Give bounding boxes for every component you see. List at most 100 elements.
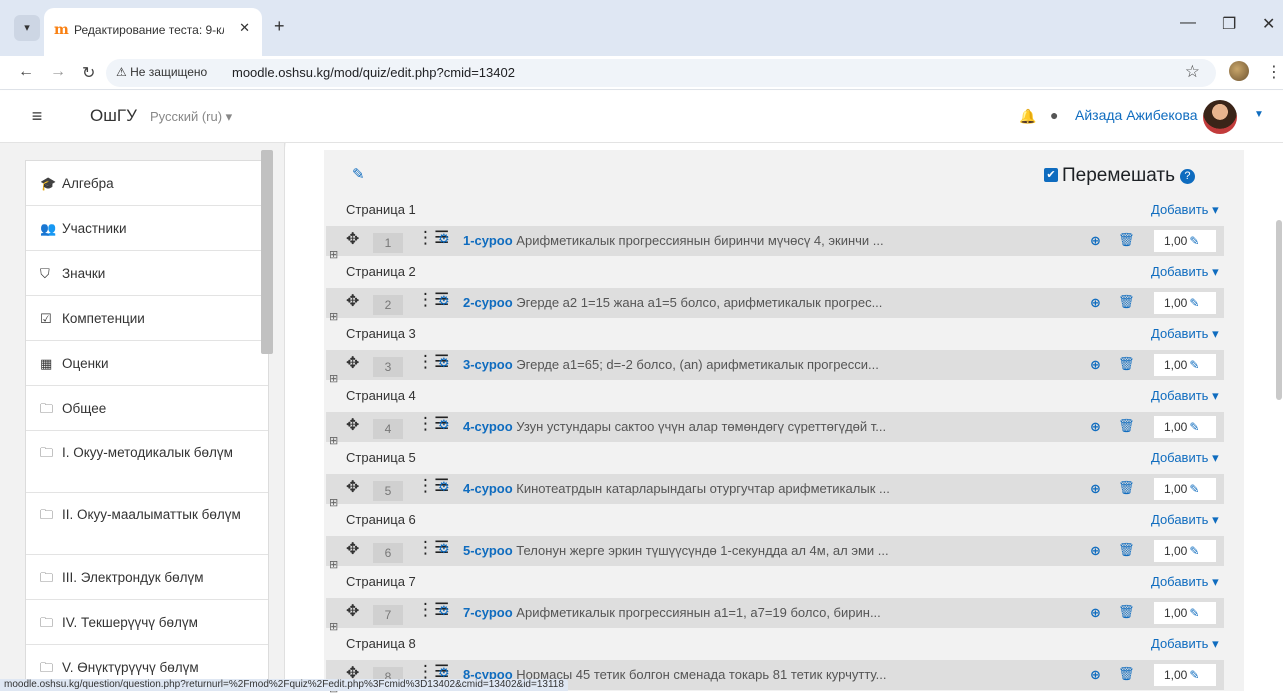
add-dropdown[interactable]: Добавить ▾ bbox=[1151, 450, 1219, 466]
page-break-icon[interactable]: ⊞ bbox=[329, 434, 338, 447]
preview-zoom-icon[interactable]: ⊕ bbox=[1090, 543, 1101, 559]
question-slot[interactable]: ✥ 5 ⋮☰ ⚙ 4-суроо Кинотеатрдын катарларындагы… bbox=[326, 474, 1224, 504]
browser-menu-icon[interactable]: ⋮ bbox=[1266, 62, 1282, 82]
avatar[interactable] bbox=[1203, 100, 1237, 134]
preview-zoom-icon[interactable]: ⊕ bbox=[1090, 419, 1101, 435]
question-text[interactable]: 3-суроо Эгерде а1=65; d=-2 болсо, (an) а… bbox=[463, 357, 1063, 372]
gear-icon[interactable]: ⚙ bbox=[438, 231, 450, 247]
max-mark-field[interactable]: 1,00 ✎ bbox=[1154, 540, 1216, 562]
trash-icon[interactable]: 🗑 bbox=[1118, 418, 1135, 434]
trash-icon[interactable]: 🗑 bbox=[1118, 480, 1135, 496]
question-text[interactable]: 5-суроо Телонун жерге эркин түшүүсүндө 1… bbox=[463, 543, 1063, 558]
page-break-icon[interactable]: ⊞ bbox=[329, 620, 338, 633]
add-dropdown[interactable]: Добавить ▾ bbox=[1151, 574, 1219, 590]
edit-mark-pencil-icon[interactable]: ✎ bbox=[1189, 296, 1199, 310]
question-text[interactable]: 4-суроо Кинотеатрдын катарларындагы отур… bbox=[463, 481, 1063, 496]
max-mark-field[interactable]: 1,00 ✎ bbox=[1154, 602, 1216, 624]
messages-icon[interactable]: ● bbox=[1050, 107, 1058, 123]
move-icon[interactable]: ✥ bbox=[346, 353, 359, 373]
address-bar[interactable]: ⚠ Не защищено moodle.oshsu.kg/mod/quiz/e… bbox=[106, 59, 1216, 87]
gear-icon[interactable]: ⚙ bbox=[438, 541, 450, 557]
page-break-icon[interactable]: ⊞ bbox=[329, 496, 338, 509]
profile-extension-icon[interactable] bbox=[1229, 61, 1249, 81]
language-menu[interactable]: Русский (ru) ▾ bbox=[150, 109, 232, 125]
question-text[interactable]: 2-суроо Эгерде а2 1=15 жана а1=5 болсо, … bbox=[463, 295, 1063, 310]
user-name[interactable]: Айзада Ажибекова bbox=[1075, 107, 1198, 123]
add-dropdown[interactable]: Добавить ▾ bbox=[1151, 512, 1219, 528]
preview-zoom-icon[interactable]: ⊕ bbox=[1090, 295, 1101, 311]
drawer-item-section-1[interactable]: 🗀 I. Окуу-методикалык бөлүм bbox=[26, 431, 268, 493]
trash-icon[interactable]: 🗑 bbox=[1118, 356, 1135, 372]
new-tab-button[interactable]: + bbox=[274, 16, 285, 37]
not-secure-badge[interactable]: ⚠ Не защищено bbox=[116, 65, 207, 79]
question-slot[interactable]: ✥ 6 ⋮☰ ⚙ 5-суроо Телонун жерге эркин түшүүсү… bbox=[326, 536, 1224, 566]
drawer-item-course[interactable]: 🎓 Алгебра bbox=[26, 161, 268, 206]
question-name-link[interactable]: 4-суроо bbox=[463, 481, 513, 496]
add-dropdown[interactable]: Добавить ▾ bbox=[1151, 388, 1219, 404]
close-window-icon[interactable]: ✕ bbox=[1262, 14, 1275, 34]
back-icon[interactable]: ← bbox=[18, 63, 34, 81]
page-break-icon[interactable]: ⊞ bbox=[329, 248, 338, 261]
gear-icon[interactable]: ⚙ bbox=[438, 603, 450, 619]
trash-icon[interactable]: 🗑 bbox=[1118, 232, 1135, 248]
page-break-icon[interactable]: ⊞ bbox=[329, 372, 338, 385]
browser-tab[interactable]: m Редактирование теста: 9-класс ✕ bbox=[44, 8, 262, 56]
question-name-link[interactable]: 7-суроо bbox=[463, 605, 513, 620]
gear-icon[interactable]: ⚙ bbox=[438, 479, 450, 495]
page-break-icon[interactable]: ⊞ bbox=[329, 558, 338, 571]
edit-mark-pencil-icon[interactable]: ✎ bbox=[1189, 420, 1199, 434]
restore-icon[interactable]: ❐ bbox=[1222, 14, 1236, 34]
max-mark-field[interactable]: 1,00 ✎ bbox=[1154, 354, 1216, 376]
question-name-link[interactable]: 5-суроо bbox=[463, 543, 513, 558]
gear-icon[interactable]: ⚙ bbox=[438, 355, 450, 371]
edit-mark-pencil-icon[interactable]: ✎ bbox=[1189, 606, 1199, 620]
question-slot[interactable]: ✥ 2 ⋮☰ ⚙ 2-суроо Эгерде а2 1=15 жана а1=5 бо… bbox=[326, 288, 1224, 318]
url-text[interactable]: moodle.oshsu.kg/mod/quiz/edit.php?cmid=1… bbox=[232, 65, 515, 80]
drawer-scrollbar[interactable] bbox=[261, 150, 273, 354]
drawer-item-general[interactable]: 🗀 Общее bbox=[26, 386, 268, 431]
preview-zoom-icon[interactable]: ⊕ bbox=[1090, 233, 1101, 249]
question-name-link[interactable]: 4-суроо bbox=[463, 419, 513, 434]
drawer-item-badges[interactable]: ⛉ Значки bbox=[26, 251, 268, 296]
question-text[interactable]: 7-суроо Арифметикалык прогрессиянын а1=1… bbox=[463, 605, 1063, 620]
bookmark-star-icon[interactable]: ☆ bbox=[1185, 62, 1200, 82]
preview-zoom-icon[interactable]: ⊕ bbox=[1090, 357, 1101, 373]
edit-heading-pencil-icon[interactable]: ✎ bbox=[352, 165, 365, 183]
move-icon[interactable]: ✥ bbox=[346, 477, 359, 497]
preview-zoom-icon[interactable]: ⊕ bbox=[1090, 481, 1101, 497]
add-dropdown[interactable]: Добавить ▾ bbox=[1151, 636, 1219, 652]
main-scrollbar[interactable] bbox=[1276, 220, 1282, 400]
max-mark-field[interactable]: 1,00 ✎ bbox=[1154, 416, 1216, 438]
tab-search-icon[interactable]: ▾ bbox=[14, 15, 40, 41]
edit-mark-pencil-icon[interactable]: ✎ bbox=[1189, 358, 1199, 372]
site-brand[interactable]: ОшГУ bbox=[90, 106, 137, 126]
user-menu-caret-icon[interactable]: ▼ bbox=[1254, 109, 1264, 120]
drawer-item-section-4[interactable]: 🗀 IV. Текшерүүчү бөлүм bbox=[26, 600, 268, 645]
max-mark-field[interactable]: 1,00 ✎ bbox=[1154, 478, 1216, 500]
forward-icon[interactable]: → bbox=[50, 63, 66, 81]
drawer-item-participants[interactable]: 👥 Участники bbox=[26, 206, 268, 251]
move-icon[interactable]: ✥ bbox=[346, 415, 359, 435]
preview-zoom-icon[interactable]: ⊕ bbox=[1090, 605, 1101, 621]
move-icon[interactable]: ✥ bbox=[346, 229, 359, 249]
edit-mark-pencil-icon[interactable]: ✎ bbox=[1189, 668, 1199, 682]
add-dropdown[interactable]: Добавить ▾ bbox=[1151, 264, 1219, 280]
move-icon[interactable]: ✥ bbox=[346, 601, 359, 621]
minimize-icon[interactable]: — bbox=[1180, 14, 1196, 32]
max-mark-field[interactable]: 1,00 ✎ bbox=[1154, 664, 1216, 686]
preview-zoom-icon[interactable]: ⊕ bbox=[1090, 667, 1101, 683]
hamburger-menu-icon[interactable]: ≡ bbox=[24, 103, 50, 129]
add-dropdown[interactable]: Добавить ▾ bbox=[1151, 202, 1219, 218]
help-icon[interactable]: ? bbox=[1179, 169, 1195, 184]
trash-icon[interactable]: 🗑 bbox=[1118, 604, 1135, 620]
edit-mark-pencil-icon[interactable]: ✎ bbox=[1189, 234, 1199, 248]
reload-icon[interactable]: ↻ bbox=[82, 63, 95, 83]
question-text[interactable]: 4-суроо Узун устундары сактоо үчүн алар … bbox=[463, 419, 1063, 434]
notifications-bell-icon[interactable]: 🔔 bbox=[1019, 108, 1036, 125]
question-name-link[interactable]: 2-суроо bbox=[463, 295, 513, 310]
drawer-item-grades[interactable]: ▦ Оценки bbox=[26, 341, 268, 386]
question-slot[interactable]: ✥ 1 ⋮☰ ⚙ 1-суроо Арифметикалык прогрессиянын… bbox=[326, 226, 1224, 256]
question-name-link[interactable]: 1-суроо bbox=[463, 233, 513, 248]
shuffle-control[interactable]: ✔ Перемешать? bbox=[1044, 165, 1195, 187]
gear-icon[interactable]: ⚙ bbox=[438, 293, 450, 309]
